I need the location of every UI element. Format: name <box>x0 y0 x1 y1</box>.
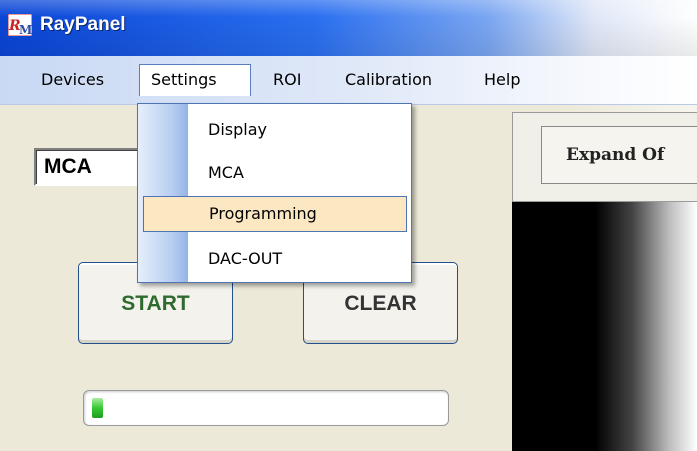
menu-item-display[interactable]: Display <box>138 112 411 148</box>
menu-bar: Devices Settings ROI Calibration Help <box>0 56 697 105</box>
progress-fill <box>92 398 103 418</box>
menu-item-dac-out[interactable]: DAC-OUT <box>138 241 411 277</box>
mode-field[interactable]: MCA <box>34 148 154 186</box>
menu-calibration[interactable]: Calibration <box>334 64 443 96</box>
raypanel-window: R M RayPanel Devices Settings ROI Calibr… <box>0 0 697 451</box>
settings-dropdown-menu: Display MCA Programming DAC-OUT <box>137 103 412 283</box>
menu-help[interactable]: Help <box>473 64 531 96</box>
expand-button[interactable]: Expand Of <box>541 126 697 184</box>
progress-bar <box>83 390 449 426</box>
menu-item-programming[interactable]: Programming <box>143 196 407 232</box>
menu-settings[interactable]: Settings <box>139 64 251 96</box>
svg-text:M: M <box>19 23 32 36</box>
menu-roi[interactable]: ROI <box>262 64 312 96</box>
spectrum-display <box>512 202 697 451</box>
raypanel-logo-icon: R M <box>8 14 32 36</box>
menu-devices[interactable]: Devices <box>30 64 115 96</box>
window-title: RayPanel <box>40 14 126 35</box>
menu-item-mca[interactable]: MCA <box>138 155 411 191</box>
title-bar[interactable]: R M RayPanel <box>0 0 697 56</box>
